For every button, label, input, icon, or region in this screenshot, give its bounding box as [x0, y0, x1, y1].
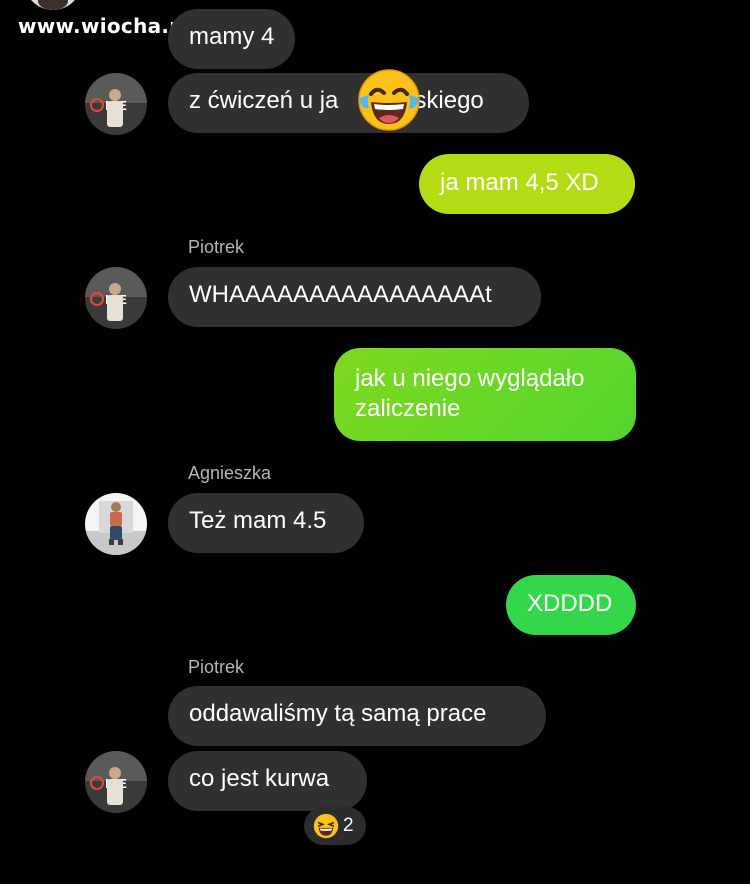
message-text: co jest kurwa: [189, 765, 330, 792]
grinning-squinting-face-icon: [313, 813, 339, 839]
message-bubble[interactable]: co jest kurwa: [168, 751, 367, 811]
message-text: z ćwiczeń u ja: [189, 87, 339, 114]
reaction-badge[interactable]: 2: [304, 807, 366, 845]
message-text: ja mam 4,5 XD: [440, 169, 599, 196]
message-bubble[interactable]: z ćwiczeń u ja vskiego: [168, 73, 529, 133]
avatar[interactable]: [24, 0, 82, 10]
sender-name: Piotrek: [188, 237, 245, 257]
message-bubble[interactable]: XDDDD: [506, 575, 636, 635]
avatar-piotrek[interactable]: IRE: [85, 73, 147, 135]
message-bubble[interactable]: jak u niego wyglądało zaliczenie: [334, 348, 636, 441]
message-text: WHAAAAAAAAAAAAAAAAt: [189, 281, 492, 308]
message-bubble[interactable]: ja mam 4,5 XD: [419, 154, 635, 214]
message-text: mamy 4: [189, 23, 275, 50]
face-with-tears-of-joy-icon: [358, 69, 420, 131]
avatar-piotrek[interactable]: IRE: [85, 267, 147, 329]
message-text: jak u niego wyglądało zaliczenie: [355, 365, 585, 422]
sender-name: Piotrek: [188, 657, 245, 677]
message-bubble[interactable]: mamy 4: [168, 9, 296, 69]
avatar-agnieszka[interactable]: [85, 493, 147, 555]
avatar-piotrek[interactable]: IRE: [85, 751, 147, 813]
reaction-count: 2: [343, 815, 354, 836]
message-bubble[interactable]: WHAAAAAAAAAAAAAAAAt: [168, 267, 541, 327]
watermark: www.wiocha.pl: [18, 14, 192, 38]
message-bubble[interactable]: Też mam 4.5: [168, 493, 364, 553]
message-text: XDDDD: [527, 590, 613, 617]
sender-name: Agnieszka: [188, 463, 272, 483]
message-bubble[interactable]: oddawaliśmy tą samą prace: [168, 686, 546, 746]
message-text: Też mam 4.5: [189, 507, 327, 534]
message-text: oddawaliśmy tą samą prace: [189, 700, 487, 727]
